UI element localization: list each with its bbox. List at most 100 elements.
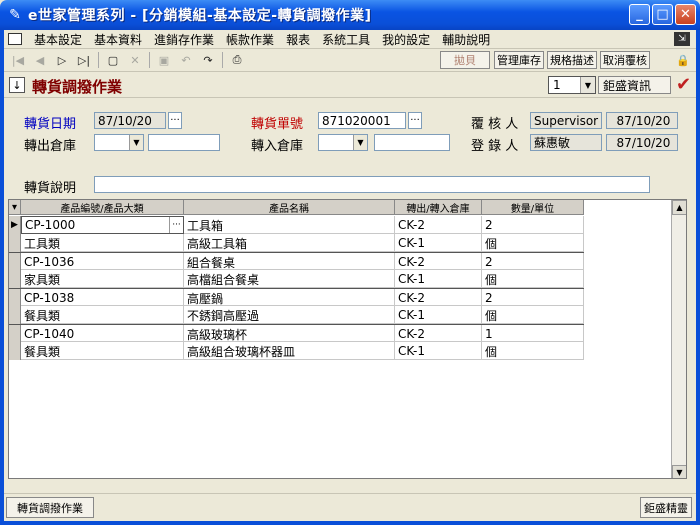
menu-reports[interactable]: 報表 — [280, 31, 316, 48]
table-row[interactable]: CP-1038 高壓鍋 CK-2 2 — [9, 288, 584, 307]
cell-warehouse[interactable]: CK-2 — [395, 289, 482, 307]
chevron-down-icon[interactable]: ▼ — [580, 77, 595, 93]
cell-product-name[interactable]: 高級玻璃杯 — [184, 325, 395, 343]
cell-qty-unit[interactable]: 1 — [482, 325, 584, 343]
cell-qty-unit[interactable]: 2 — [482, 216, 584, 234]
menu-system-tools[interactable]: 系統工具 — [316, 31, 376, 48]
undo-icon[interactable]: ↶ — [178, 52, 194, 68]
table-row[interactable]: 工具類 高級工具箱 CK-1 個 — [9, 234, 584, 252]
minimize-button[interactable]: _ — [629, 4, 650, 25]
menu-basic-settings[interactable]: 基本設定 — [28, 31, 88, 48]
desc-field[interactable] — [94, 176, 650, 193]
cell-warehouse[interactable]: CK-1 — [395, 306, 482, 324]
cell-product-code[interactable]: 工具類 — [21, 234, 184, 252]
cell-product-name[interactable]: 高級組合玻璃杯器皿 — [184, 342, 395, 360]
exit-icon[interactable]: ⇲ — [674, 32, 690, 46]
table-row[interactable]: CP-1036 組合餐桌 CK-2 2 — [9, 252, 584, 271]
row-selector[interactable] — [9, 325, 21, 343]
cell-product-code[interactable]: CP-1040 — [21, 325, 184, 343]
confirm-check-icon[interactable]: ✔ — [676, 74, 691, 95]
cell-product-name[interactable]: 組合餐桌 — [184, 253, 395, 271]
cell-product-code[interactable]: 餐具類 — [21, 306, 184, 324]
transfer-no-field[interactable]: 871020001 — [318, 112, 406, 129]
next-icon[interactable]: ▷ — [54, 52, 70, 68]
menu-basic-data[interactable]: 基本資料 — [88, 31, 148, 48]
transfer-no-lookup-button[interactable]: ··· — [408, 112, 422, 129]
col-header-product-name[interactable]: 產品名稱 — [184, 200, 395, 215]
table-row[interactable]: 餐具類 不銹鋼高壓過 CK-1 個 — [9, 306, 584, 324]
product-lookup-button[interactable]: ··· — [169, 217, 183, 233]
status-form-tab[interactable]: 轉貨調撥作業 — [6, 497, 94, 518]
company-button[interactable]: 鉅盛資訊 — [598, 76, 671, 94]
row-selector[interactable]: ▶ — [9, 216, 21, 234]
chevron-down-icon[interactable]: ▼ — [353, 135, 367, 150]
row-selector[interactable] — [9, 342, 21, 360]
delete-icon[interactable]: ✕ — [127, 52, 143, 68]
new-icon[interactable]: ▢ — [105, 52, 121, 68]
prev-icon[interactable]: ◀ — [32, 52, 48, 68]
cell-qty-unit[interactable]: 2 — [482, 289, 584, 307]
row-selector[interactable] — [9, 253, 21, 271]
menu-help[interactable]: 輔助說明 — [436, 31, 496, 48]
cell-warehouse[interactable]: CK-1 — [395, 270, 482, 288]
page-select[interactable]: 1 ▼ — [548, 76, 596, 94]
cell-product-code[interactable]: CP-1038 — [21, 289, 184, 307]
save-icon[interactable]: ▣ — [156, 52, 172, 68]
grid-corner[interactable]: ▾ — [9, 200, 21, 215]
cell-qty-unit[interactable]: 個 — [482, 270, 584, 288]
menu-my-settings[interactable]: 我的設定 — [376, 31, 436, 48]
out-warehouse-select[interactable]: ▼ — [94, 134, 144, 151]
cell-qty-unit[interactable]: 個 — [482, 342, 584, 360]
cell-warehouse[interactable]: CK-2 — [395, 325, 482, 343]
close-button[interactable]: ✕ — [675, 4, 696, 25]
row-selector[interactable] — [9, 270, 21, 288]
table-row[interactable]: 餐具類 高級組合玻璃杯器皿 CK-1 個 — [9, 342, 584, 360]
date-picker-button[interactable]: ··· — [168, 112, 182, 129]
grid-vertical-scrollbar[interactable]: ▲ ▼ — [671, 200, 686, 478]
table-row[interactable]: ▶ CP-1000 ··· 工具箱 CK-2 2 — [9, 216, 584, 234]
menu-accounts[interactable]: 帳款作業 — [220, 31, 280, 48]
cell-warehouse[interactable]: CK-2 — [395, 253, 482, 271]
cell-product-name[interactable]: 高級工具箱 — [184, 234, 395, 252]
cell-product-code[interactable]: 餐具類 — [21, 342, 184, 360]
manage-stock-button[interactable]: 管理庫存 — [494, 51, 544, 69]
menu-inventory[interactable]: 進銷存作業 — [148, 31, 220, 48]
chevron-down-icon[interactable]: ▼ — [129, 135, 143, 150]
last-icon[interactable]: ▷| — [76, 52, 92, 68]
cell-warehouse[interactable]: CK-1 — [395, 342, 482, 360]
cell-product-name[interactable]: 不銹鋼高壓過 — [184, 306, 395, 324]
first-icon[interactable]: |◀ — [10, 52, 26, 68]
cancel-review-button[interactable]: 取消覆核 — [600, 51, 650, 69]
transfer-date-field[interactable]: 87/10/20 — [94, 112, 166, 129]
cell-product-name[interactable]: 工具箱 — [184, 216, 395, 234]
lock-icon[interactable]: 🔒 — [674, 52, 692, 68]
scroll-down-icon[interactable]: ▼ — [672, 465, 686, 478]
status-wizard[interactable]: 鉅盛精靈 — [640, 497, 692, 518]
cell-product-name[interactable]: 高壓鍋 — [184, 289, 395, 307]
in-warehouse-select[interactable]: ▼ — [318, 134, 368, 151]
redo-icon[interactable]: ↷ — [200, 52, 216, 68]
table-row[interactable]: 家具類 高檔組合餐桌 CK-1 個 — [9, 270, 584, 288]
col-header-qty-unit[interactable]: 數量/單位 — [482, 200, 584, 215]
cell-warehouse[interactable]: CK-2 — [395, 216, 482, 234]
spec-desc-button[interactable]: 規格描述 — [547, 51, 597, 69]
cell-qty-unit[interactable]: 2 — [482, 253, 584, 271]
table-row[interactable]: CP-1040 高級玻璃杯 CK-2 1 — [9, 324, 584, 343]
col-header-warehouse[interactable]: 轉出/轉入倉庫 — [395, 200, 482, 215]
cell-qty-unit[interactable]: 個 — [482, 234, 584, 252]
cell-product-code[interactable]: 家具類 — [21, 270, 184, 288]
maximize-button[interactable]: □ — [652, 4, 673, 25]
cell-qty-unit[interactable]: 個 — [482, 306, 584, 324]
row-selector[interactable] — [9, 234, 21, 252]
transfer-button[interactable]: 拋貝 — [440, 51, 490, 69]
cell-product-code[interactable]: CP-1000 ··· — [21, 216, 184, 234]
collapse-icon[interactable]: ↓ — [9, 77, 25, 93]
scroll-up-icon[interactable]: ▲ — [672, 200, 686, 215]
row-selector[interactable] — [9, 306, 21, 324]
cell-product-name[interactable]: 高檔組合餐桌 — [184, 270, 395, 288]
col-header-product-code[interactable]: 產品編號/產品大類 — [21, 200, 184, 215]
document-icon[interactable] — [8, 33, 22, 45]
cell-product-code[interactable]: CP-1036 — [21, 253, 184, 271]
row-selector[interactable] — [9, 289, 21, 307]
print-icon[interactable]: ⎙ — [229, 52, 245, 68]
